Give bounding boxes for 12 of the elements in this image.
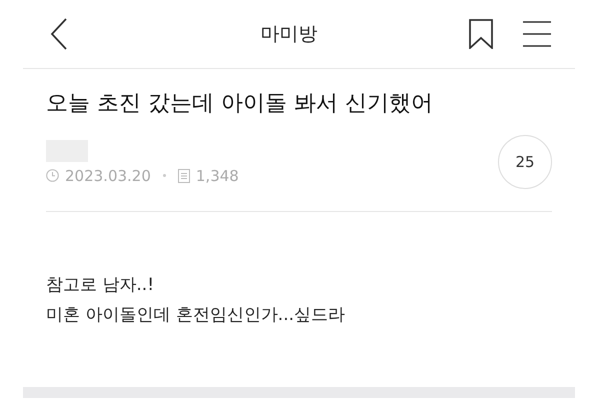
board-title: 마미방 [260,22,318,47]
view-count: 1,348 [196,166,239,184]
clock-icon [46,169,59,182]
back-icon[interactable] [49,17,69,51]
post-title: 오늘 초진 갔는데 아이돌 봐서 신기했어 [46,90,434,118]
menu-icon[interactable] [523,21,551,47]
comment-count[interactable]: 25 [498,135,552,189]
document-icon [178,168,190,182]
body-text: 미혼 아이돌인데 혼전임신인가...싶드라 [46,304,346,327]
post-date: 2023.03.20 [65,166,151,184]
body-text: 참고로 남자..! [46,274,156,297]
bookmark-icon[interactable] [469,19,493,49]
